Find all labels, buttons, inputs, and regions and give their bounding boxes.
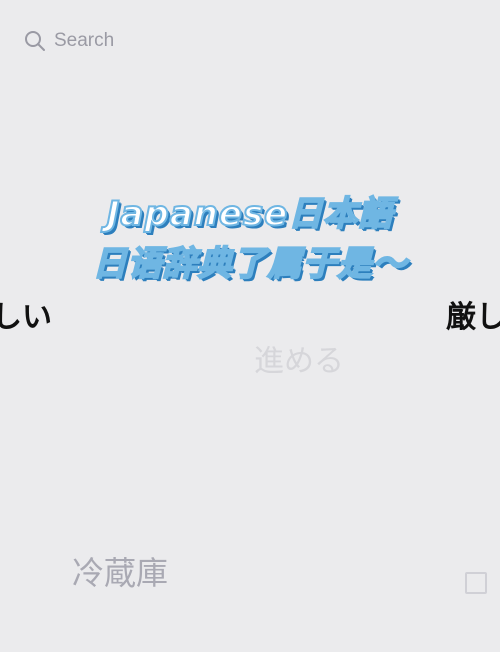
- word-bottom: 冷蔵庫: [72, 554, 169, 592]
- overlay-title-line-2: 日语辞典了属于是～: [92, 243, 408, 285]
- word-right: 厳し: [446, 300, 500, 335]
- word-middle: 進める: [254, 344, 344, 379]
- checkbox-square[interactable]: [465, 572, 487, 594]
- search-bar[interactable]: Search: [24, 26, 114, 56]
- search-placeholder[interactable]: Search: [54, 30, 114, 52]
- overlay-title-line-1: Japanese日本語: [106, 193, 394, 235]
- word-left: しい: [0, 300, 52, 335]
- search-icon: [24, 30, 46, 52]
